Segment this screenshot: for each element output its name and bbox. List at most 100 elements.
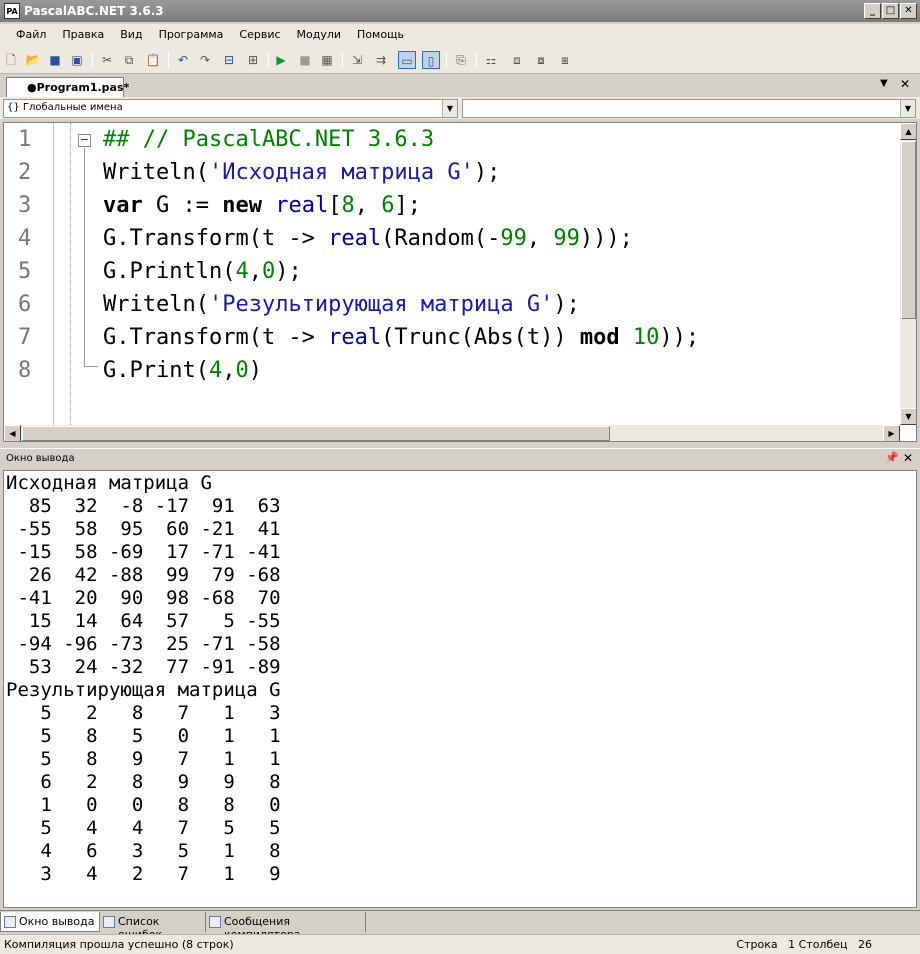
line-number: 5 — [18, 259, 32, 284]
menu-edit[interactable]: Правка — [54, 24, 112, 46]
code-token: 'Исходная матрица G' — [208, 160, 474, 185]
close-button[interactable]: ✕ — [900, 3, 917, 19]
members-combo[interactable]: ▼ — [462, 99, 916, 118]
menu-modules[interactable]: Модули — [289, 24, 350, 46]
hscroll-thumb[interactable] — [22, 426, 610, 441]
find-icon[interactable]: ⊟ — [220, 51, 238, 69]
vertical-scrollbar[interactable]: ▲ ▼ — [900, 123, 916, 425]
code-token: ); — [553, 292, 580, 317]
save-icon[interactable]: ■ — [46, 51, 64, 69]
chevron-down-icon[interactable]: ▼ — [442, 100, 457, 117]
line-number: 2 — [18, 160, 32, 185]
code-token: ]; — [394, 193, 421, 218]
line-number: 6 — [18, 292, 32, 317]
debug-continue-icon[interactable]: ⧆ — [556, 51, 574, 69]
chevron-down-icon[interactable]: ▼ — [880, 78, 888, 89]
output-line: 6 2 8 9 9 8 — [6, 771, 281, 793]
save-all-icon[interactable]: ▣ — [68, 51, 86, 69]
code-token: G.Transform(t -> — [103, 226, 329, 251]
output-panel-title: Окно вывода — [6, 453, 75, 464]
output-panel-header: Окно вывода 📌 ✕ — [0, 448, 920, 468]
output-toggle-icon[interactable]: ▭ — [398, 51, 416, 69]
step-into-icon[interactable]: ⇲ — [348, 51, 366, 69]
output-line: -15 58 -69 17 -71 -41 — [6, 541, 281, 563]
menu-view[interactable]: Вид — [112, 24, 150, 46]
code-token: 6 — [381, 193, 395, 218]
document-tabs: ●Program1.pas* ▼ ✕ — [0, 74, 920, 97]
console-toggle-icon[interactable]: ▯ — [422, 51, 440, 69]
horizontal-scrollbar[interactable]: ◀ ▶ — [4, 425, 900, 441]
code-token: var — [103, 193, 143, 218]
code-token: G := — [142, 193, 223, 218]
tab-program1[interactable]: ●Program1.pas* — [6, 77, 129, 97]
chevron-down-icon[interactable]: ▼ — [900, 100, 915, 117]
copy-icon[interactable]: ⧉ — [120, 51, 138, 69]
replace-icon[interactable]: ⊞ — [244, 51, 262, 69]
compile-status: Компиляция прошла успешно (8 строк) — [4, 938, 234, 951]
new-file-icon[interactable]: 🗋 — [2, 51, 20, 69]
code-token: , — [354, 193, 382, 218]
menu-bar: Файл Правка Вид Программа Сервис Модули Помощь — [0, 24, 920, 46]
cut-icon[interactable]: ✂ — [98, 51, 116, 69]
open-icon[interactable]: 📂 — [24, 51, 42, 69]
title-bar: PA PascalABC.NET 3.6.3 _ □ ✕ — [0, 0, 920, 22]
code-line: G.Print(4,0) — [103, 354, 262, 387]
scroll-right-icon[interactable]: ▶ — [883, 425, 900, 441]
code-token: new — [222, 193, 262, 218]
output-window[interactable]: Исходная матрица G 85 32 -8 -17 91 63 -5… — [3, 470, 917, 908]
code-token: real — [328, 226, 382, 251]
col-label: Столбец — [798, 938, 848, 951]
code-line: G.Transform(t -> real(Random(-99, 99))); — [103, 222, 633, 255]
debug-icon[interactable]: ⧈ — [508, 51, 526, 69]
scroll-thumb[interactable] — [901, 141, 916, 319]
output-line: -55 58 95 60 -21 41 — [6, 518, 281, 540]
code-token: )); — [659, 325, 700, 350]
close-tab-icon[interactable]: ✕ — [900, 77, 910, 91]
output-line: 15 14 64 57 5 -55 — [6, 610, 281, 632]
code-token: 99 — [553, 226, 580, 251]
menu-file[interactable]: Файл — [8, 24, 54, 46]
redo-icon[interactable]: ↷ — [196, 51, 214, 69]
code-editor[interactable]: 1 2 3 4 5 6 7 8 − ## // PascalABC.NET 3.… — [3, 122, 917, 442]
global-names-label: {} Глобальные имена — [7, 102, 123, 113]
undo-icon[interactable]: ↶ — [174, 51, 192, 69]
line-number: 1 — [18, 127, 32, 152]
minimize-button[interactable]: _ — [864, 3, 881, 19]
output-line: 5 8 5 0 1 1 — [6, 725, 281, 747]
paste-icon[interactable]: 📋 — [144, 51, 162, 69]
tab-compiler-messages[interactable]: Сообщения компилятора — [206, 912, 366, 941]
window-title: PascalABC.NET 3.6.3 — [24, 4, 164, 18]
code-token: , — [248, 259, 262, 284]
form-designer-icon[interactable]: ⚏ — [482, 51, 500, 69]
code-line: G.Println(4,0); — [103, 255, 302, 288]
global-names-combo[interactable]: {} Глобальные имена ▼ — [3, 99, 458, 118]
output-line: 3 4 2 7 1 9 — [6, 863, 281, 885]
format-icon[interactable]: ⎘ — [452, 51, 470, 69]
code-token: ); — [473, 160, 501, 185]
code-token: 0 — [235, 358, 249, 383]
scroll-down-icon[interactable]: ▼ — [900, 408, 916, 425]
code-token: 4 — [235, 259, 249, 284]
maximize-button[interactable]: □ — [882, 3, 899, 19]
tab-error-list[interactable]: Список ошибок — [100, 912, 206, 941]
compiler-messages-icon — [209, 916, 221, 928]
scroll-up-icon[interactable]: ▲ — [900, 123, 916, 140]
menu-service[interactable]: Сервис — [231, 24, 288, 46]
run-icon[interactable]: ▶ — [272, 51, 290, 69]
menu-help[interactable]: Помощь — [349, 24, 412, 46]
code-token: (Random(- — [381, 226, 501, 251]
fold-toggle-icon[interactable]: − — [78, 134, 91, 147]
line-number: 3 — [18, 193, 32, 218]
step-over-icon[interactable]: ⇉ — [372, 51, 390, 69]
scroll-left-icon[interactable]: ◀ — [4, 425, 21, 441]
pin-icon[interactable]: 📌 — [885, 451, 899, 464]
menu-program[interactable]: Программа — [151, 24, 232, 46]
stop-icon[interactable]: ■ — [296, 51, 314, 69]
output-line: 85 32 -8 -17 91 63 — [6, 495, 281, 517]
close-panel-icon[interactable]: ✕ — [903, 451, 913, 465]
debug-stop-icon[interactable]: ⧇ — [532, 51, 550, 69]
compile-icon[interactable]: ▦ — [318, 51, 336, 69]
tab-output-window[interactable]: Окно вывода — [0, 912, 100, 932]
